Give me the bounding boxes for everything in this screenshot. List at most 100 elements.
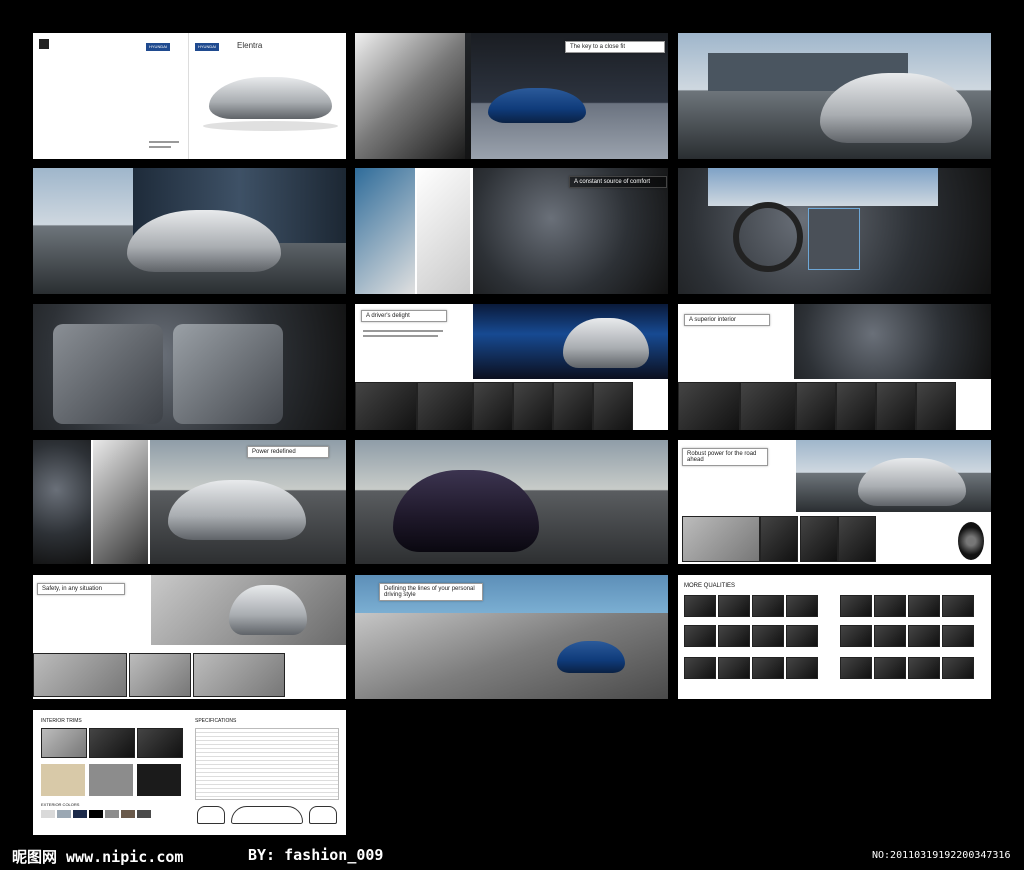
thumb-image [838, 516, 876, 562]
section-title: MORE QUALITIES [684, 583, 736, 589]
section-title-box: Defining the lines of your personal driv… [379, 583, 483, 601]
leather-seat [173, 324, 283, 424]
thumb-image [786, 595, 818, 617]
relax-man-photo [355, 168, 415, 294]
thumb-image [942, 657, 974, 679]
spec-table [195, 728, 339, 800]
thumb-image [129, 653, 191, 697]
thumb-image [942, 625, 974, 647]
thumb-image [874, 625, 906, 647]
thumb-image [513, 382, 553, 430]
spread-safety: Safety, in any situation [33, 575, 346, 699]
thumb-image [684, 595, 716, 617]
section-title-box: Robust power for the road ahead [682, 448, 768, 466]
thumb-image [786, 657, 818, 679]
thumb-image [942, 595, 974, 617]
thumb-image [682, 516, 760, 562]
section-title-box: A driver's delight [361, 310, 447, 322]
blue-car-image [488, 88, 586, 123]
section-title-box: A constant source of comfort [569, 176, 667, 188]
fabric-swatch [137, 764, 181, 796]
cover-fineprint [149, 146, 171, 148]
tire-icon [958, 522, 984, 560]
thumb-image [840, 595, 872, 617]
thumb-image [760, 516, 798, 562]
fabric-swatch [41, 764, 85, 796]
spread-superior-interior: A superior interior [678, 304, 991, 430]
color-swatch [137, 810, 151, 818]
trims-title: INTERIOR TRIMS [41, 718, 82, 724]
section-title: A superior interior [689, 317, 737, 323]
thumb-image [193, 653, 285, 697]
spread-robust-power: Robust power for the road ahead [678, 440, 991, 564]
thumb-image [874, 657, 906, 679]
thumb-image [684, 625, 716, 647]
spread-seats [33, 304, 346, 430]
spec-title: SPECIFICATIONS [195, 718, 237, 724]
thumb-image [553, 382, 593, 430]
section-title: A constant source of comfort [574, 179, 651, 185]
thumb-image [796, 382, 836, 430]
exterior-colors-title: EXTERIOR COLORS [41, 802, 80, 807]
color-swatch [89, 810, 103, 818]
thumb-image [876, 382, 916, 430]
cover-car-image [209, 77, 332, 119]
thumb-image [908, 625, 940, 647]
body-text [363, 335, 438, 337]
thumb-image [840, 625, 872, 647]
color-swatch [73, 810, 87, 818]
thumb-image [718, 657, 750, 679]
car-outline-side [231, 806, 303, 824]
wheel-photo [33, 440, 91, 564]
writing-photo [417, 168, 470, 294]
leather-seat [53, 324, 163, 424]
thumb-image [417, 382, 473, 430]
steering-photo [93, 440, 148, 564]
color-swatch [121, 810, 135, 818]
color-swatch [57, 810, 71, 818]
spread-more-qualities: MORE QUALITIES [678, 575, 991, 699]
image-id: NO:20110319192200347316 [872, 850, 1011, 861]
thumb-image [752, 625, 784, 647]
thumb-image [908, 657, 940, 679]
cover-spread: HYUNDAI HYUNDAI Elentra [33, 33, 346, 159]
spread-dashboard [678, 168, 991, 294]
section-title-box: Power redefined [247, 446, 329, 458]
section-title: Safety, in any situation [42, 586, 102, 592]
thumb-image [800, 516, 838, 562]
spread-drivers-delight: A driver's delight [355, 304, 668, 430]
thumb-image [740, 382, 796, 430]
section-title-box: Safety, in any situation [37, 583, 125, 595]
windshield-view [708, 168, 938, 206]
section-title: A driver's delight [366, 313, 410, 319]
seat-trim-thumb [89, 728, 135, 758]
thumb-image [473, 382, 513, 430]
brand-badge-right: HYUNDAI [195, 43, 220, 51]
thumb-image [836, 382, 876, 430]
spread-specifications: INTERIOR TRIMS EXTERIOR COLORS SPECIFICA… [33, 710, 346, 835]
color-swatch [105, 810, 119, 818]
spread-motion-rear [355, 440, 668, 564]
brand-badge-left: HYUNDAI [146, 43, 171, 51]
thumb-image [678, 382, 740, 430]
author-label: BY: fashion_009 [248, 846, 384, 864]
section-title: The key to a close fit [570, 44, 626, 50]
cover-model-title: Elentra [237, 41, 263, 50]
thumb-image [718, 595, 750, 617]
thumb-image [786, 625, 818, 647]
color-swatch [41, 810, 55, 818]
thumb-image [355, 382, 417, 430]
thumb-image [916, 382, 956, 430]
cover-car-shadow [203, 121, 338, 131]
car-outline-rear [309, 806, 337, 824]
spread-comfort: A constant source of comfort [355, 168, 668, 294]
thumb-image [684, 657, 716, 679]
center-console [808, 208, 860, 270]
logo-icon [39, 39, 49, 49]
spread-city-rear [33, 168, 346, 294]
fabric-swatch [89, 764, 133, 796]
cover-fineprint [149, 141, 179, 143]
body-text [363, 330, 443, 332]
spread-key-fit: The key to a close fit [355, 33, 668, 159]
thumb-image [908, 595, 940, 617]
